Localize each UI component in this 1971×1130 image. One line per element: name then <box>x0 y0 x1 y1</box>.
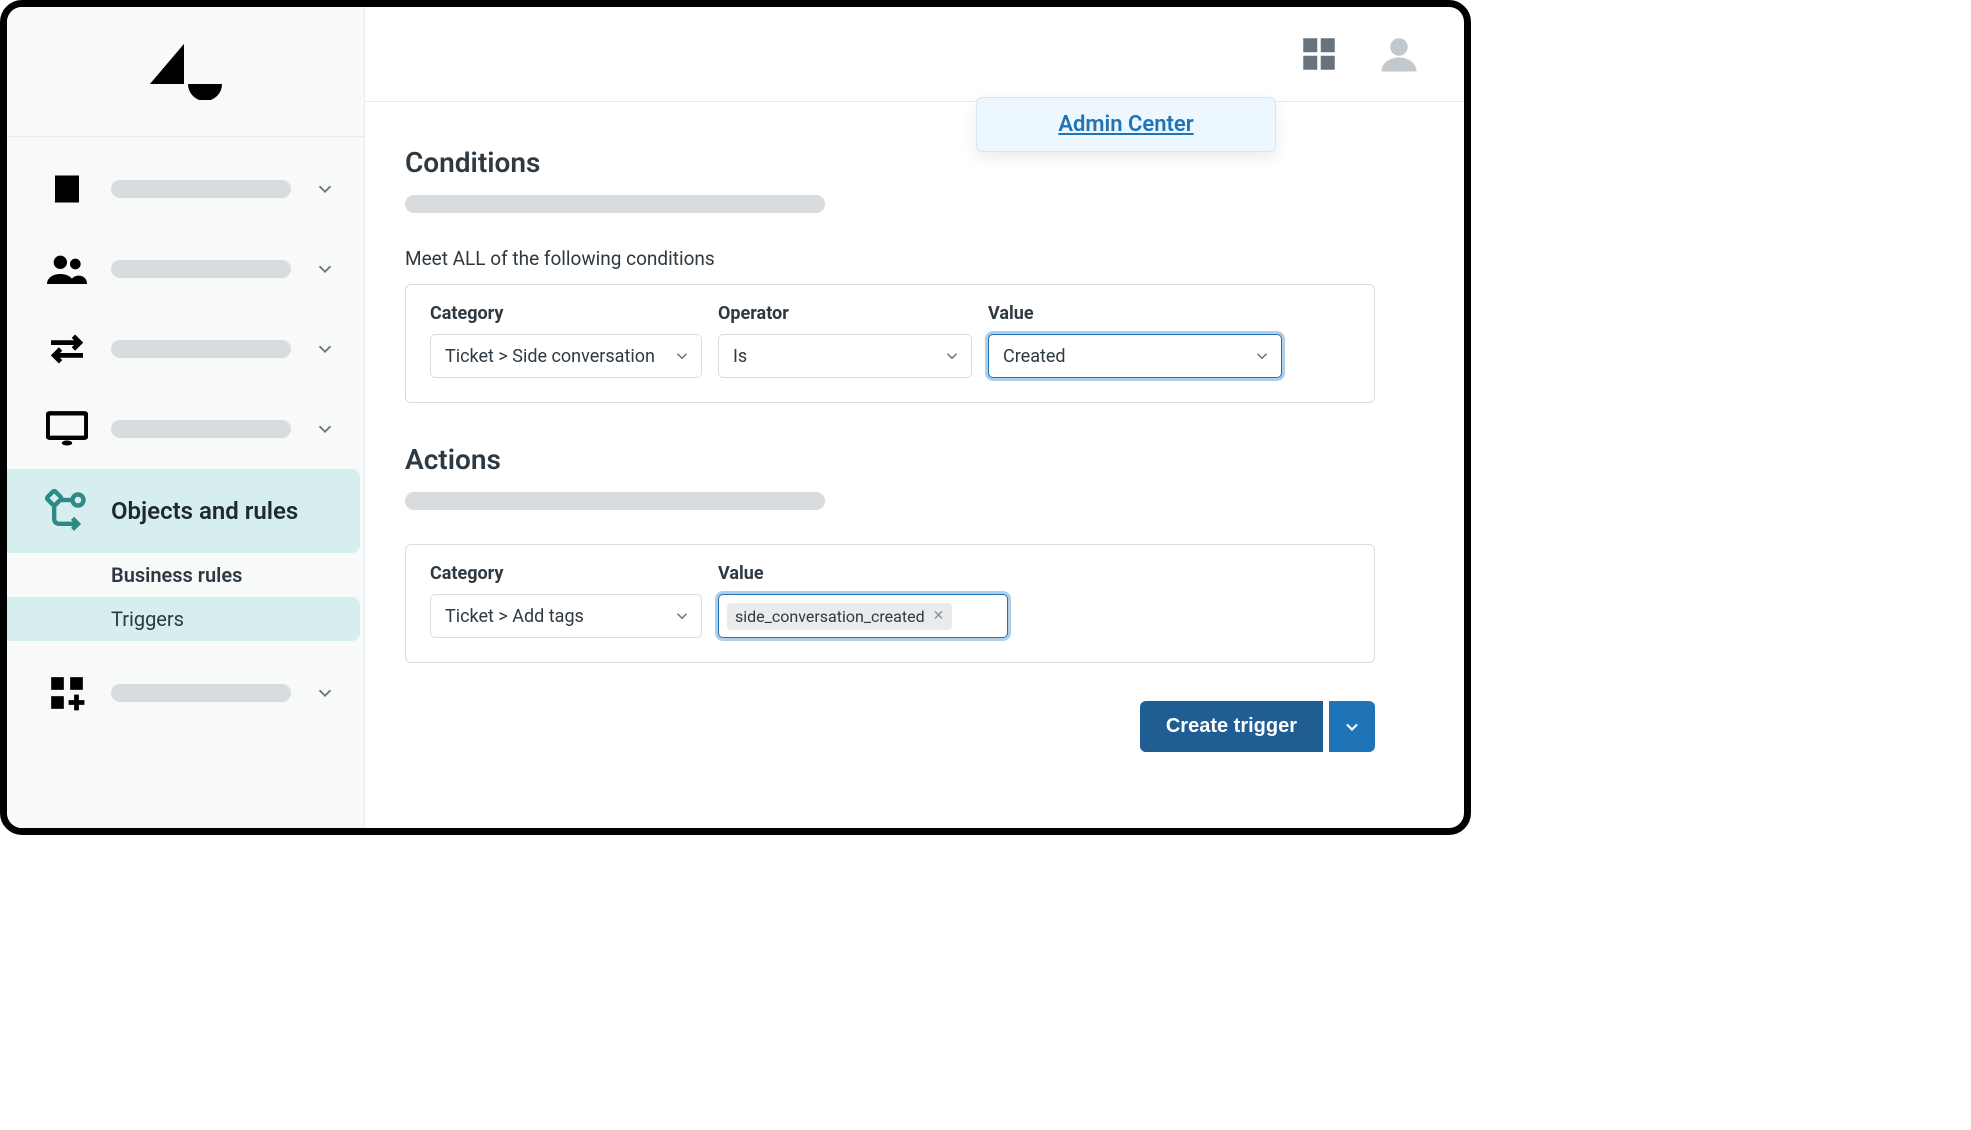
nav-label-placeholder <box>111 340 291 358</box>
monitor-icon <box>45 407 89 451</box>
people-icon <box>45 247 89 291</box>
nav-item-workspaces[interactable] <box>7 389 364 469</box>
actions-description-placeholder <box>405 492 825 510</box>
meet-all-label: Meet ALL of the following conditions <box>405 247 1424 270</box>
nav-label-placeholder <box>111 420 291 438</box>
tag-text: side_conversation_created <box>735 607 925 626</box>
create-trigger-button[interactable]: Create trigger <box>1140 701 1323 752</box>
actions-heading: Actions <box>405 443 1424 476</box>
zendesk-logo-icon <box>150 44 222 100</box>
footer-row: Create trigger <box>405 701 1375 752</box>
tag-chip: side_conversation_created ✕ <box>727 603 952 630</box>
chevron-down-icon <box>314 418 336 440</box>
create-trigger-dropdown[interactable] <box>1329 701 1375 752</box>
nav-item-objects-rules[interactable]: Objects and rules <box>7 469 360 553</box>
col-header-value: Value <box>718 563 1012 584</box>
conditions-description-placeholder <box>405 195 825 213</box>
sub-nav-business-rules[interactable]: Business rules <box>7 553 364 597</box>
select-value: Ticket > Side conversation <box>445 346 655 367</box>
conditions-row: Category Ticket > Side conversation Oper… <box>405 284 1375 403</box>
nav-label-placeholder <box>111 684 291 702</box>
col-header-category: Category <box>430 563 702 584</box>
chevron-down-icon <box>1253 347 1271 365</box>
main: Admin Center Conditions Meet ALL of the … <box>365 7 1464 828</box>
select-value: Ticket > Add tags <box>445 606 584 627</box>
nav-list: Objects and rules <box>7 137 364 553</box>
building-icon <box>45 167 89 211</box>
apps-plus-icon <box>45 671 89 715</box>
user-avatar-icon[interactable] <box>1378 33 1420 75</box>
chevron-down-icon <box>673 347 691 365</box>
select-value: Is <box>733 346 747 367</box>
condition-operator-select[interactable]: Is <box>718 334 972 378</box>
condition-category-select[interactable]: Ticket > Side conversation <box>430 334 702 378</box>
products-grid-icon[interactable] <box>1298 33 1340 75</box>
sub-nav: Business rules Triggers <box>7 553 364 641</box>
nav-label-placeholder <box>111 260 291 278</box>
arrows-icon <box>45 327 89 371</box>
select-value: Created <box>1003 346 1066 367</box>
chevron-down-icon <box>314 682 336 704</box>
chevron-down-icon <box>314 258 336 280</box>
nav-item-apps[interactable] <box>7 653 364 733</box>
topbar <box>365 7 1464 102</box>
chevron-down-icon <box>314 178 336 200</box>
col-header-value: Value <box>988 303 1282 324</box>
nav-label-placeholder <box>111 180 291 198</box>
nav-item-channels[interactable] <box>7 309 364 389</box>
col-header-category: Category <box>430 303 702 324</box>
action-category-select[interactable]: Ticket > Add tags <box>430 594 702 638</box>
admin-center-link[interactable]: Admin Center <box>1058 112 1193 137</box>
sidebar: Objects and rules Business rules Trigger… <box>7 7 365 828</box>
chevron-down-icon <box>673 607 691 625</box>
col-header-operator: Operator <box>718 303 972 324</box>
chevron-down-icon <box>1342 717 1362 737</box>
sub-nav-triggers[interactable]: Triggers <box>7 597 360 641</box>
actions-row: Category Ticket > Add tags Value side_co… <box>405 544 1375 663</box>
admin-center-callout: Admin Center <box>976 97 1276 152</box>
chevron-down-icon <box>943 347 961 365</box>
remove-tag-icon[interactable]: ✕ <box>933 608 945 624</box>
chevron-down-icon <box>314 338 336 360</box>
condition-value-select[interactable]: Created <box>988 334 1282 378</box>
nav-item-account[interactable] <box>7 149 364 229</box>
logo-area <box>7 7 364 137</box>
nav-list-lower <box>7 641 364 733</box>
nav-label: Objects and rules <box>111 497 298 525</box>
content-area: Conditions Meet ALL of the following con… <box>365 102 1464 782</box>
action-tags-input[interactable]: side_conversation_created ✕ <box>718 594 1008 638</box>
workflow-icon <box>45 489 89 533</box>
nav-item-people[interactable] <box>7 229 364 309</box>
